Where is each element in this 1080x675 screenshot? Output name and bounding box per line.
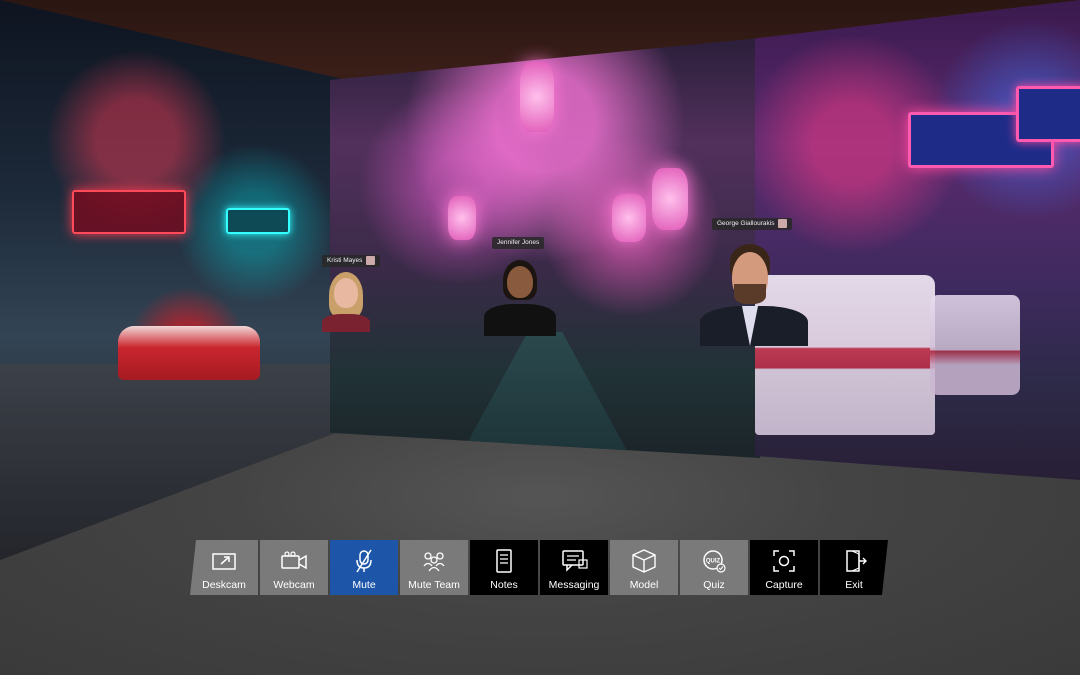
messaging-icon — [562, 550, 588, 572]
alley-path — [459, 332, 631, 458]
face — [334, 278, 358, 308]
participant-name-tag: Jennifer Jones — [492, 237, 545, 249]
team-muted-icon — [423, 552, 445, 572]
avatar — [366, 255, 376, 265]
bus-image — [930, 295, 1020, 395]
webcam-button[interactable]: Webcam — [260, 540, 328, 595]
shoulders — [322, 314, 370, 332]
neon-sign-cyan — [226, 208, 290, 234]
neon-sign-blue — [1016, 86, 1080, 142]
button-label: Deskcam — [202, 579, 246, 591]
participant-video-jennifer[interactable] — [478, 256, 560, 336]
lantern — [652, 168, 688, 230]
mute-team-button[interactable]: Mute Team — [400, 540, 468, 595]
mic-muted-icon — [356, 549, 372, 573]
taxi-image — [118, 326, 260, 380]
deskcam-icon — [212, 553, 236, 570]
notes-button[interactable]: Notes — [470, 540, 538, 595]
button-label: Exit — [845, 579, 863, 591]
lantern — [448, 196, 476, 240]
messaging-button[interactable]: Messaging — [540, 540, 608, 595]
quiz-icon: QUIZ — [703, 550, 726, 573]
button-label: Mute Team — [408, 579, 460, 591]
meeting-toolbar: Deskcam Webcam Mute Mute Team Notes Mess… — [190, 540, 888, 595]
participant-name-tag: Kristi Mayes — [322, 255, 381, 267]
face — [507, 266, 533, 298]
lantern — [520, 62, 554, 132]
participant-video-george[interactable] — [698, 240, 810, 346]
participant-name: George Giallourakis — [717, 220, 775, 227]
exit-button[interactable]: Exit — [820, 540, 888, 595]
button-label: Model — [629, 579, 659, 591]
beard — [734, 284, 766, 304]
exit-icon — [839, 548, 869, 574]
cube-icon — [632, 549, 656, 573]
avatar — [778, 218, 788, 228]
notes-icon — [496, 549, 512, 573]
button-label: Webcam — [273, 579, 315, 591]
button-label: Notes — [490, 579, 518, 591]
button-label: Capture — [765, 579, 803, 591]
participant-name: Jennifer Jones — [497, 239, 540, 246]
shoulders — [484, 304, 556, 336]
capture-button[interactable]: Capture — [750, 540, 818, 595]
neon-sign-red — [72, 190, 186, 234]
capture-icon — [773, 550, 795, 572]
svg-text:QUIZ: QUIZ — [706, 559, 721, 565]
deskcam-button[interactable]: Deskcam — [190, 540, 258, 595]
mute-button[interactable]: Mute — [330, 540, 398, 595]
quiz-button[interactable]: QUIZ Quiz — [680, 540, 748, 595]
button-label: Messaging — [548, 579, 600, 591]
participant-name-tag: George Giallourakis — [712, 218, 793, 230]
button-label: Mute — [352, 579, 376, 591]
webcam-icon — [281, 551, 307, 570]
participant-name: Kristi Mayes — [327, 257, 363, 264]
model-button[interactable]: Model — [610, 540, 678, 595]
lantern — [612, 194, 646, 242]
button-label: Quiz — [703, 579, 725, 591]
participant-video-kristi[interactable] — [318, 270, 374, 332]
